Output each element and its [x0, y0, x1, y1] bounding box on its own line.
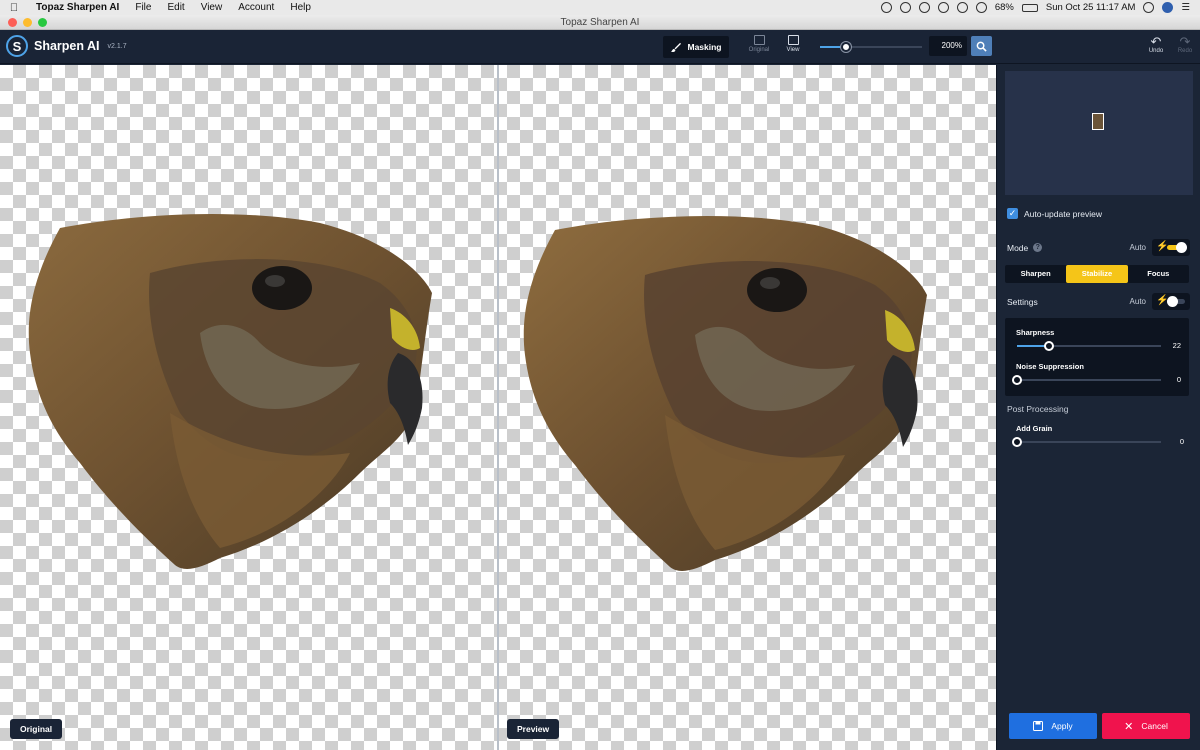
- view-mode-label: View: [786, 47, 800, 53]
- sharpness-label: Sharpness: [1016, 328, 1055, 337]
- original-view-badge: Original: [10, 719, 63, 739]
- mode-focus-button[interactable]: Focus: [1128, 265, 1189, 283]
- split-view-divider[interactable]: [497, 65, 499, 750]
- menu-file[interactable]: File: [127, 2, 159, 13]
- search-icon[interactable]: [1143, 2, 1155, 13]
- image-icon: [753, 35, 765, 45]
- window-title: Topaz Sharpen AI: [560, 17, 640, 28]
- zoom-slider[interactable]: [820, 42, 922, 52]
- status-area: 68% Sun Oct 25 11:17 AM ☰: [880, 2, 1200, 13]
- auto-update-checkbox[interactable]: ✓: [1007, 208, 1018, 219]
- zoom-level-field[interactable]: 200%: [929, 36, 967, 56]
- settings-label: Settings: [1007, 296, 1038, 307]
- undo-label: Undo: [1148, 48, 1164, 54]
- original-hawk-image: [28, 213, 432, 569]
- cancel-label: Cancel: [1141, 721, 1168, 731]
- zoom-button[interactable]: [971, 36, 992, 56]
- settings-auto-label: Auto: [1129, 297, 1146, 306]
- window-titlebar: Topaz Sharpen AI: [0, 15, 1200, 30]
- apply-button[interactable]: Apply: [1009, 713, 1097, 739]
- window-controls: [8, 18, 47, 27]
- add-grain-value: 0: [1179, 437, 1184, 446]
- app-toolbar: S Sharpen AI v2.1.7 Masking Original Vie…: [0, 30, 1200, 64]
- sharpness-slider-handle[interactable]: [1043, 341, 1054, 351]
- status-app-icon[interactable]: [918, 2, 930, 13]
- toggle-thumb: [1167, 296, 1178, 307]
- mode-label: Mode: [1007, 242, 1029, 253]
- cancel-button[interactable]: ✕ Cancel: [1102, 713, 1190, 739]
- menu-app-name[interactable]: Topaz Sharpen AI: [28, 2, 127, 13]
- mode-row: Mode ? Auto ⚡: [1007, 239, 1190, 256]
- redo-label: Redo: [1177, 48, 1193, 54]
- split-view-icon: [787, 35, 799, 45]
- image-canvas[interactable]: Original Preview: [0, 65, 996, 750]
- sharpen-ai-logo-icon: S: [6, 35, 28, 57]
- save-icon: [1033, 721, 1044, 731]
- redo-button[interactable]: ↷ Redo: [1173, 35, 1197, 54]
- menu-account[interactable]: Account: [230, 2, 282, 13]
- apple-icon[interactable]: : [0, 2, 28, 14]
- status-app-icon[interactable]: [937, 2, 949, 13]
- user-icon[interactable]: [1162, 2, 1174, 13]
- system-menubar:  Topaz Sharpen AI File Edit View Accoun…: [0, 0, 1200, 15]
- battery-percentage[interactable]: 68%: [995, 2, 1014, 13]
- add-grain-label: Add Grain: [1016, 424, 1053, 433]
- undo-button[interactable]: ↶ Undo: [1144, 35, 1168, 54]
- masking-label: Masking: [687, 42, 722, 52]
- brush-icon: [671, 42, 682, 52]
- system-clock[interactable]: Sun Oct 25 11:17 AM: [1046, 2, 1136, 13]
- view-mode-button[interactable]: View: [778, 35, 808, 53]
- noise-suppression-slider[interactable]: [1012, 375, 1161, 385]
- apply-label: Apply: [1051, 721, 1073, 731]
- zoom-slider-handle[interactable]: [840, 42, 851, 52]
- undo-arrow-icon: ↶: [1150, 34, 1162, 49]
- close-window-button[interactable]: [8, 18, 17, 27]
- mode-selector: Sharpen Stabilize Focus: [1005, 265, 1189, 283]
- mode-auto-toggle[interactable]: ⚡: [1152, 239, 1190, 256]
- noise-suppression-label: Noise Suppression: [1016, 362, 1084, 371]
- brand-name: Sharpen AI: [34, 39, 100, 53]
- noise-suppression-slider-handle[interactable]: [1012, 375, 1022, 385]
- help-icon[interactable]: ?: [1033, 243, 1043, 252]
- maximize-window-button[interactable]: [38, 18, 47, 27]
- battery-icon[interactable]: [1021, 3, 1038, 12]
- control-center-icon[interactable]: ☰: [1181, 2, 1190, 13]
- status-app-icon[interactable]: [880, 2, 892, 13]
- settings-auto-toggle[interactable]: ⚡: [1152, 293, 1190, 310]
- mode-stabilize-button[interactable]: Stabilize: [1066, 265, 1128, 283]
- sharpness-slider[interactable]: [1017, 341, 1161, 351]
- menu-help[interactable]: Help: [282, 2, 319, 13]
- settings-sliders: Sharpness 22 Noise Suppression 0: [1005, 318, 1189, 396]
- status-app-icon[interactable]: [899, 2, 911, 13]
- add-grain-slider-handle[interactable]: [1012, 437, 1022, 447]
- post-processing-title: Post Processing: [1007, 404, 1069, 414]
- minimize-window-button[interactable]: [23, 18, 32, 27]
- brand-version: v2.1.7: [107, 42, 127, 50]
- mode-sharpen-button[interactable]: Sharpen: [1005, 265, 1066, 283]
- mode-auto-label: Auto: [1129, 243, 1146, 252]
- toggle-thumb: [1176, 242, 1187, 253]
- navigator-thumbnail[interactable]: [1005, 71, 1193, 195]
- preview-view-badge: Preview: [507, 719, 560, 739]
- redo-arrow-icon: ↷: [1179, 34, 1191, 49]
- close-icon: ✕: [1124, 720, 1134, 733]
- preview-hawk-image: [523, 215, 927, 571]
- auto-update-row: ✓ Auto-update preview: [1007, 208, 1190, 219]
- wifi-icon[interactable]: [975, 2, 987, 13]
- settings-panel: ✓ Auto-update preview Mode ? Auto ⚡ Shar…: [996, 65, 1200, 750]
- masking-button[interactable]: Masking: [663, 36, 729, 58]
- original-view-label: Original: [748, 47, 770, 53]
- menu-view[interactable]: View: [193, 2, 231, 13]
- brand: S Sharpen AI v2.1.7: [6, 35, 127, 57]
- navigator-viewport[interactable]: [1092, 113, 1104, 130]
- status-app-icon[interactable]: [956, 2, 968, 13]
- noise-suppression-value: 0: [1176, 375, 1181, 384]
- magnifier-icon: [976, 41, 987, 52]
- menu-edit[interactable]: Edit: [159, 2, 192, 13]
- auto-update-label: Auto-update preview: [1024, 208, 1102, 219]
- sharpness-value: 22: [1172, 341, 1181, 350]
- settings-row: Settings Auto ⚡: [1007, 293, 1190, 310]
- add-grain-slider[interactable]: [1012, 437, 1161, 447]
- original-view-button[interactable]: Original: [744, 35, 774, 53]
